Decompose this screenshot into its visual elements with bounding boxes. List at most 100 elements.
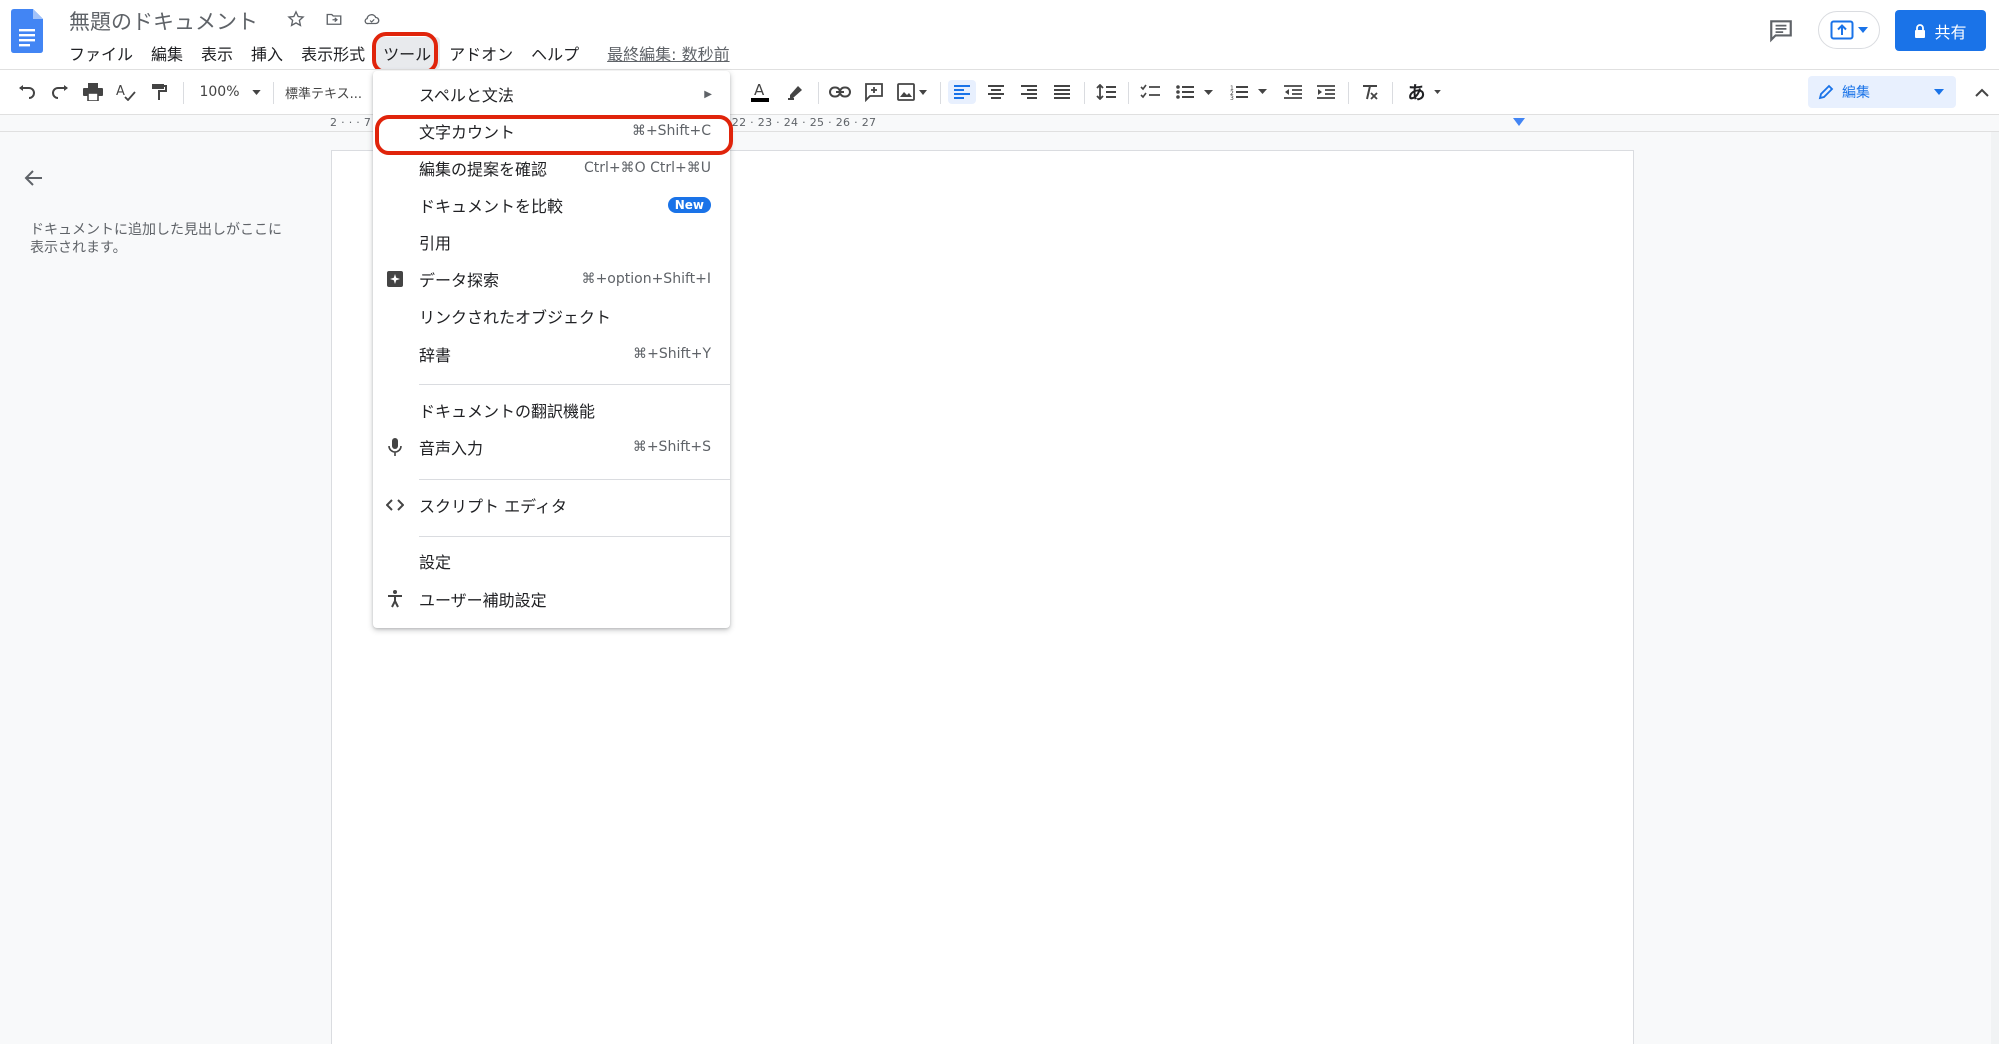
increase-indent-icon[interactable]	[1312, 80, 1340, 104]
chevron-down-icon	[1934, 89, 1944, 95]
paragraph-style-value: 標準テキス...	[285, 86, 363, 102]
menu-item-shortcut: ⌘+option+Shift+I	[581, 271, 711, 287]
comment-history-icon[interactable]	[1768, 17, 1794, 43]
align-center-icon[interactable]	[982, 80, 1010, 104]
input-tools-select[interactable]: あ	[1400, 80, 1448, 104]
document-title[interactable]: 無題のドキュメント	[69, 6, 258, 36]
horizontal-ruler[interactable]: 2 · · · 7 · 8 · 9 · 10 · 11 · 12 · 13 · …	[0, 115, 1999, 132]
paragraph-style-select[interactable]: 標準テキス...	[285, 80, 370, 104]
cloud-status-icon[interactable]	[361, 8, 383, 30]
highlight-color-icon[interactable]	[782, 80, 810, 104]
add-comment-icon[interactable]	[860, 80, 888, 104]
outline-hint: ドキュメントに追加した見出しがここに表示されます。	[30, 222, 282, 256]
align-left-icon[interactable]	[948, 80, 976, 104]
menu-item-linked-objects[interactable]: リンクされたオブジェクト	[373, 300, 730, 332]
menu-view[interactable]: 表示	[192, 37, 242, 69]
chevron-down-icon	[1433, 90, 1441, 94]
scrollbar[interactable]	[1991, 132, 1999, 1044]
editing-mode-value: 編集	[1842, 85, 1870, 101]
menu-item-label: 文字カウント	[419, 123, 516, 142]
redo-icon[interactable]	[47, 80, 73, 104]
microphone-icon	[385, 437, 405, 457]
present-button[interactable]	[1818, 11, 1880, 49]
menu-item-label: 辞書	[419, 346, 452, 365]
menu-divider	[419, 479, 730, 480]
numbered-list-icon[interactable]: 123	[1226, 80, 1272, 104]
menu-file[interactable]: ファイル	[60, 37, 142, 69]
menu-item-citations[interactable]: 引用	[373, 226, 730, 258]
svg-text:3: 3	[1230, 95, 1234, 100]
menu-edit[interactable]: 編集	[142, 37, 192, 69]
insert-link-icon[interactable]	[826, 80, 854, 104]
line-spacing-icon[interactable]	[1092, 80, 1120, 104]
menu-item-preferences[interactable]: 設定	[373, 545, 730, 577]
share-button[interactable]: 共有	[1895, 10, 1986, 51]
menu-tools[interactable]: ツール	[374, 37, 441, 69]
undo-icon[interactable]	[14, 80, 40, 104]
star-icon[interactable]	[285, 8, 307, 30]
editing-mode-select[interactable]: 編集	[1808, 76, 1956, 108]
chevron-down-icon	[251, 89, 261, 95]
zoom-select[interactable]: 100%	[195, 80, 265, 104]
menu-item-word-count[interactable]: 文字カウント ⌘+Shift+C	[373, 115, 730, 147]
collapse-menus-icon[interactable]	[1970, 80, 1994, 104]
header: 無題のドキュメント ファイル 編集 表示 挿入 表示形式 ツール アドオン ヘル…	[0, 0, 1999, 74]
menu-item-explore[interactable]: データ探索 ⌘+option+Shift+I	[373, 263, 730, 295]
decrease-indent-icon[interactable]	[1279, 80, 1307, 104]
menu-item-script-editor[interactable]: スクリプト エディタ	[373, 489, 730, 521]
share-label: 共有	[1934, 22, 1967, 42]
code-icon	[385, 495, 405, 515]
pencil-icon	[1818, 84, 1834, 100]
right-indent-marker-icon[interactable]	[1513, 118, 1525, 126]
align-justify-icon[interactable]	[1048, 80, 1076, 104]
menu-item-accessibility-settings[interactable]: ユーザー補助設定	[373, 583, 730, 615]
menu-item-label: スクリプト エディタ	[419, 497, 567, 516]
menu-item-dictionary[interactable]: 辞書 ⌘+Shift+Y	[373, 338, 730, 370]
move-folder-icon[interactable]	[323, 8, 345, 30]
last-edit-link[interactable]: 最終編集: 数秒前	[598, 37, 738, 69]
menu-item-translate-document[interactable]: ドキュメントの翻訳機能	[373, 394, 730, 426]
menu-item-label: リンクされたオブジェクト	[419, 308, 612, 327]
menu-insert[interactable]: 挿入	[242, 37, 292, 69]
spellcheck-icon[interactable]: A	[113, 80, 139, 104]
menu-item-label: ドキュメントを比較	[419, 197, 564, 216]
lock-icon	[1915, 23, 1926, 38]
new-badge: New	[667, 197, 711, 213]
checklist-icon[interactable]	[1136, 80, 1164, 104]
text-color-icon[interactable]: A	[746, 80, 774, 104]
svg-text:A: A	[116, 84, 125, 99]
menu-divider	[419, 384, 730, 385]
menu-item-shortcut: ⌘+Shift+S	[632, 439, 711, 455]
paint-format-icon[interactable]	[146, 80, 172, 104]
menu-item-label: スペルと文法	[419, 86, 514, 105]
menu-item-voice-typing[interactable]: 音声入力 ⌘+Shift+S	[373, 431, 730, 463]
menu-divider	[419, 536, 730, 537]
print-icon[interactable]	[80, 80, 106, 104]
docs-logo-icon[interactable]	[11, 9, 43, 53]
clear-formatting-icon[interactable]	[1356, 80, 1384, 104]
menu-item-compare-documents[interactable]: ドキュメントを比較 New	[373, 189, 730, 221]
tools-menu: スペルと文法 ▶ 文字カウント ⌘+Shift+C 編集の提案を確認 Ctrl+…	[373, 71, 730, 628]
submenu-arrow-icon: ▶	[704, 88, 712, 100]
menu-item-label: ユーザー補助設定	[419, 591, 547, 610]
menu-addons[interactable]: アドオン	[440, 37, 522, 69]
input-tools-value: あ	[1407, 83, 1426, 104]
back-arrow-icon[interactable]	[22, 166, 46, 190]
svg-text:A: A	[754, 81, 765, 99]
menu-format[interactable]: 表示形式	[292, 37, 374, 69]
menu-help[interactable]: ヘルプ	[522, 37, 588, 69]
bulleted-list-icon[interactable]	[1172, 80, 1218, 104]
menu-item-spelling-grammar[interactable]: スペルと文法 ▶	[373, 78, 730, 110]
menu-bar: ファイル 編集 表示 挿入 表示形式 ツール アドオン ヘルプ 最終編集: 数秒…	[60, 37, 739, 69]
toolbar: A 100% 標準テキス... A 1 2 3 あ 編集	[0, 69, 1999, 115]
accessibility-icon	[385, 589, 405, 609]
chevron-down-icon	[1858, 27, 1868, 33]
zoom-value: 100%	[199, 84, 240, 100]
menu-item-review-suggestions[interactable]: 編集の提案を確認 Ctrl+⌘O Ctrl+⌘U	[373, 152, 730, 184]
align-right-icon[interactable]	[1015, 80, 1043, 104]
menu-item-label: 設定	[419, 553, 452, 572]
insert-image-icon[interactable]	[894, 80, 930, 104]
present-icon	[1830, 20, 1854, 40]
menu-item-label: ドキュメントの翻訳機能	[419, 402, 596, 421]
menu-item-shortcut: Ctrl+⌘O Ctrl+⌘U	[584, 160, 711, 176]
